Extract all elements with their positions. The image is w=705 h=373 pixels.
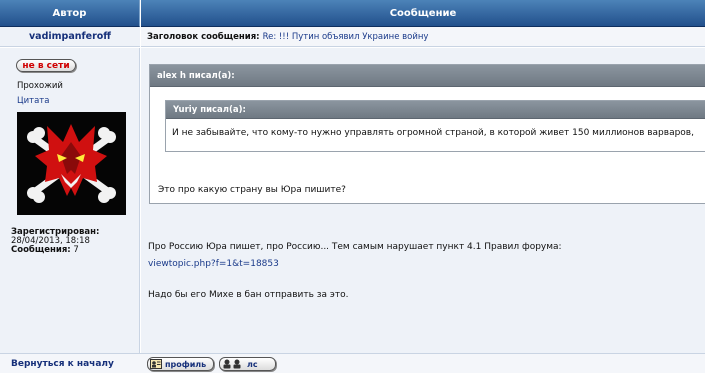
posts-count: 7 (73, 245, 79, 255)
registration-info: Зарегистрирован: 28/04/2013, 18:18 Сообщ… (11, 228, 99, 255)
message-text-line: Надо бы его Михе в бан отправить за это. (148, 290, 349, 300)
post-footer: Вернуться к началу профиль лс (0, 353, 705, 373)
profile-button-label: профиль (165, 359, 207, 369)
post-author-name[interactable]: vadimpanferoff (0, 27, 140, 47)
avatar (17, 112, 126, 215)
quote-link[interactable]: Цитата (17, 96, 49, 106)
message-text-line: Про Россию Юра пишет, про Россию... Тем … (148, 242, 562, 252)
inner-quote-text: И не забывайте, что кому-то нужно управл… (172, 128, 694, 138)
outer-quote-block: alex h писал(а): Yuriy писал(а): И не за… (149, 64, 705, 204)
topic-link[interactable]: viewtopic.php?f=1&t=18853 (148, 259, 279, 269)
pm-button-label: лс (247, 359, 258, 369)
inner-quote-header: Yuriy писал(а): (166, 101, 705, 119)
posts-label: Сообщения: (11, 245, 71, 255)
back-to-top-link[interactable]: Вернуться к началу (11, 359, 114, 369)
message-panel: alex h писал(а): Yuriy писал(а): И не за… (141, 48, 705, 353)
offline-status-button[interactable]: не в сети (16, 59, 76, 72)
subject-link[interactable]: Re: !!! Путин объявил Украине войну (263, 32, 429, 42)
profile-button[interactable]: профиль (147, 357, 214, 371)
outer-quote-header: alex h писал(а): (150, 65, 705, 87)
author-panel: не в сети Прохожий Цитата Зарегистрирова… (0, 48, 140, 353)
users-pm-icon (223, 359, 241, 369)
user-rank: Прохожий (17, 81, 63, 91)
message-column-header: Сообщение (141, 0, 705, 27)
outer-quote-text: Это про какую страну вы Юра пишите? (158, 185, 346, 195)
inner-quote-block: Yuriy писал(а): И не забывайте, что кому… (165, 100, 705, 152)
post-subject-row: Заголовок сообщения: Re: !!! Путин объяв… (141, 27, 705, 47)
author-column-header: Автор (0, 0, 140, 27)
subject-label: Заголовок сообщения: (147, 31, 260, 42)
profile-card-icon (150, 359, 162, 369)
forum-post: Автор Сообщение vadimpanferoff Заголовок… (0, 0, 705, 373)
pm-button[interactable]: лс (219, 357, 276, 371)
wolf-jolly-roger-icon (17, 112, 126, 215)
